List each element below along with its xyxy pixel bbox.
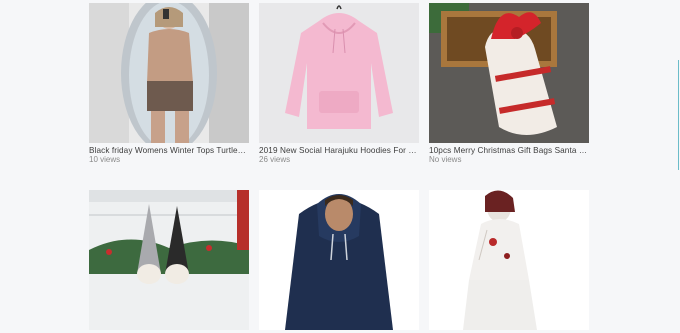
product-title[interactable]: 2019 New Social Harajuku Hoodies For Gi.… xyxy=(259,146,419,155)
navy-hoodie-man-photo xyxy=(259,190,419,330)
view-count: No views xyxy=(429,155,462,164)
christmas-gift-bag-photo xyxy=(429,3,589,143)
scrollbar-indicator[interactable] xyxy=(678,60,679,170)
product-grid: Black friday Womens Winter Tops Turtlene… xyxy=(0,0,680,330)
zombie-costume-photo xyxy=(429,190,589,330)
product-card[interactable]: Black friday Womens Winter Tops Turtlene… xyxy=(89,3,249,164)
product-image[interactable] xyxy=(429,3,589,143)
product-image[interactable] xyxy=(89,3,249,143)
product-image[interactable] xyxy=(259,3,419,143)
product-card[interactable] xyxy=(89,190,249,333)
view-count: 26 views xyxy=(259,155,291,164)
product-title[interactable]: 10pcs Merry Christmas Gift Bags Santa Cl… xyxy=(429,146,589,155)
product-image[interactable] xyxy=(259,190,419,330)
view-count: 10 views xyxy=(89,155,121,164)
product-card[interactable] xyxy=(429,190,589,333)
product-card[interactable] xyxy=(259,190,419,333)
product-image[interactable] xyxy=(429,190,589,330)
product-title[interactable]: Black friday Womens Winter Tops Turtlene… xyxy=(89,146,249,155)
pink-hoodie-photo xyxy=(259,3,419,143)
product-image[interactable] xyxy=(89,190,249,330)
product-card[interactable]: 2019 New Social Harajuku Hoodies For Gi.… xyxy=(259,3,419,164)
woman-sweater-photo xyxy=(89,3,249,143)
product-card[interactable]: 10pcs Merry Christmas Gift Bags Santa Cl… xyxy=(429,3,589,164)
christmas-gnomes-photo xyxy=(89,190,249,330)
